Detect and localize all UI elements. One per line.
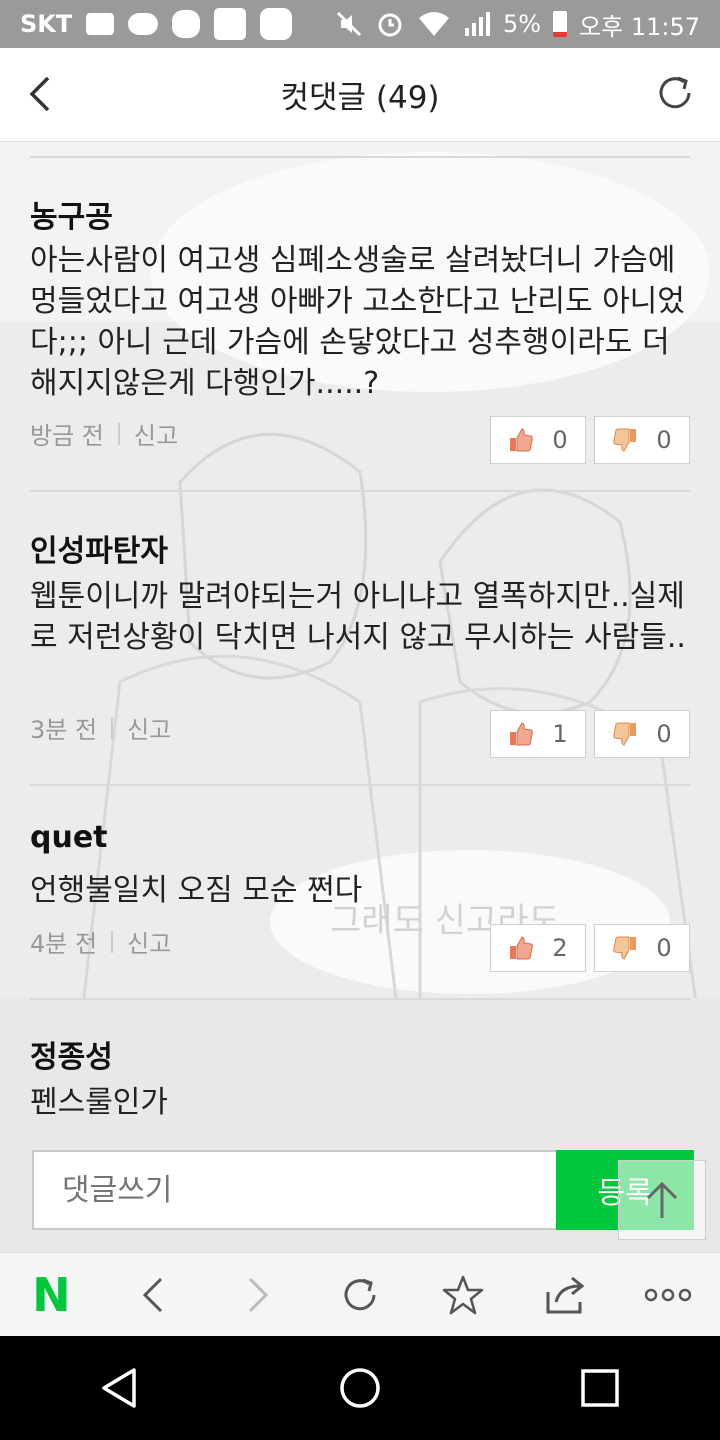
- comment-meta: 3분 전 신고: [30, 710, 171, 745]
- like-button[interactable]: 1: [490, 710, 586, 758]
- comment-text: 웹툰이니까 말려야되는거 아니냐고 열폭하지만..실제로 저런상황이 닥치면 나…: [30, 579, 686, 655]
- like-count: 0: [552, 426, 568, 454]
- bookmark-button[interactable]: [433, 1265, 493, 1325]
- system-nav-bar: [0, 1336, 720, 1440]
- wifi-icon: [418, 12, 449, 36]
- comment-author: 정종성: [30, 1040, 113, 1075]
- dislike-button[interactable]: 0: [594, 924, 690, 972]
- cloud-icon: [128, 13, 159, 35]
- clock: 오후 11:57: [579, 12, 700, 41]
- nav-recents-icon[interactable]: [578, 1366, 622, 1410]
- mute-icon: [336, 11, 362, 37]
- message-icon: [86, 13, 115, 35]
- like-count: 1: [552, 720, 568, 748]
- dislike-count: 0: [656, 720, 672, 748]
- thumbs-down-icon: [613, 936, 637, 960]
- alarm-icon: [378, 13, 402, 37]
- thumbs-up-icon: [510, 428, 534, 452]
- signal-icon: [464, 12, 490, 36]
- app-header: 컷댓글 (49): [0, 48, 720, 142]
- thumbs-up-icon: [510, 936, 534, 960]
- report-link[interactable]: 신고: [127, 924, 171, 959]
- carrier-label: SKT: [20, 10, 73, 38]
- report-link[interactable]: 신고: [134, 416, 178, 451]
- more-dots-icon: [645, 1288, 692, 1301]
- battery-icon: [553, 11, 568, 37]
- like-count: 2: [552, 934, 568, 962]
- comment-author: quet: [30, 820, 108, 855]
- refresh-icon[interactable]: [654, 72, 696, 114]
- comment-meta: 4분 전 신고: [30, 924, 171, 959]
- comment-item: 인성파탄자 웹툰이니까 말려야되는거 아니냐고 열폭하지만..실제로 저런상황이…: [30, 490, 690, 784]
- comment-text: 아는사람이 여고생 심폐소생술로 살려놨더니 가슴에 멍들었다고 여고생 아빠가…: [30, 243, 685, 401]
- thumbs-up-icon: [510, 722, 534, 746]
- comment-time: 4분 전: [30, 930, 98, 958]
- star-icon: [442, 1275, 484, 1314]
- comment-text: 펜스룰인가: [30, 1085, 168, 1120]
- thumbs-down-icon: [613, 428, 637, 452]
- comment-list[interactable]: 그래도 신고라도 농구공 아는사람이 여고생 심폐소생술로 살려놨더니 가슴에 …: [0, 142, 720, 1130]
- share-button[interactable]: [536, 1265, 596, 1325]
- comment-item: 농구공 아는사람이 여고생 심폐소생술로 살려놨더니 가슴에 멍들었다고 여고생…: [30, 156, 690, 490]
- meta-divider: [117, 422, 120, 445]
- report-link[interactable]: 신고: [127, 710, 171, 745]
- notification-square-icon: [214, 8, 247, 40]
- status-bar: SKT 5% 오후 11:57: [0, 0, 720, 48]
- chevron-left-icon: [143, 1277, 163, 1312]
- scroll-top-button[interactable]: [618, 1160, 706, 1240]
- comment-meta: 방금 전 신고: [30, 416, 178, 451]
- browser-toolbar: N: [0, 1252, 720, 1336]
- comment-item: 정종성 펜스룰인가: [0, 998, 720, 1130]
- reload-icon: [344, 1278, 376, 1310]
- comment-composer: 등록: [0, 1130, 720, 1252]
- comment-author: 인성파탄자: [30, 534, 168, 569]
- more-options-button[interactable]: [638, 1265, 698, 1325]
- comment-item: quet 언행불일치 오짐 모순 쩐다 4분 전 신고 2 0: [30, 784, 690, 998]
- like-button[interactable]: 2: [490, 924, 586, 972]
- arrow-up-icon: [646, 1181, 678, 1218]
- notification-rounded-icon: [260, 8, 293, 40]
- naver-home-button[interactable]: N: [21, 1265, 81, 1325]
- bolt-icon: [172, 10, 201, 38]
- dislike-button[interactable]: 0: [594, 710, 690, 758]
- comment-time: 3분 전: [30, 716, 98, 744]
- comment-time: 방금 전: [30, 422, 104, 450]
- browser-back-button[interactable]: [124, 1265, 184, 1325]
- back-arrow-icon[interactable]: [26, 72, 56, 116]
- nav-back-icon[interactable]: [98, 1366, 142, 1410]
- browser-reload-button[interactable]: [330, 1265, 390, 1325]
- page-title: 컷댓글 (49): [280, 80, 440, 116]
- thumbs-down-icon: [613, 722, 637, 746]
- comment-input[interactable]: [32, 1150, 558, 1230]
- nav-home-icon[interactable]: [338, 1366, 382, 1410]
- comment-author: 농구공: [30, 200, 113, 235]
- comment-divider: [30, 998, 690, 1000]
- share-icon: [546, 1276, 585, 1313]
- comment-text: 언행불일치 오짐 모순 쩐다: [30, 873, 363, 908]
- dislike-count: 0: [656, 426, 672, 454]
- chevron-right-icon: [249, 1277, 269, 1312]
- dislike-count: 0: [656, 934, 672, 962]
- like-button[interactable]: 0: [490, 416, 586, 464]
- dislike-button[interactable]: 0: [594, 416, 690, 464]
- meta-divider: [111, 930, 114, 953]
- browser-forward-button[interactable]: [227, 1265, 287, 1325]
- meta-divider: [111, 716, 114, 739]
- battery-percent: 5%: [502, 10, 542, 38]
- naver-logo: N: [32, 1267, 71, 1322]
